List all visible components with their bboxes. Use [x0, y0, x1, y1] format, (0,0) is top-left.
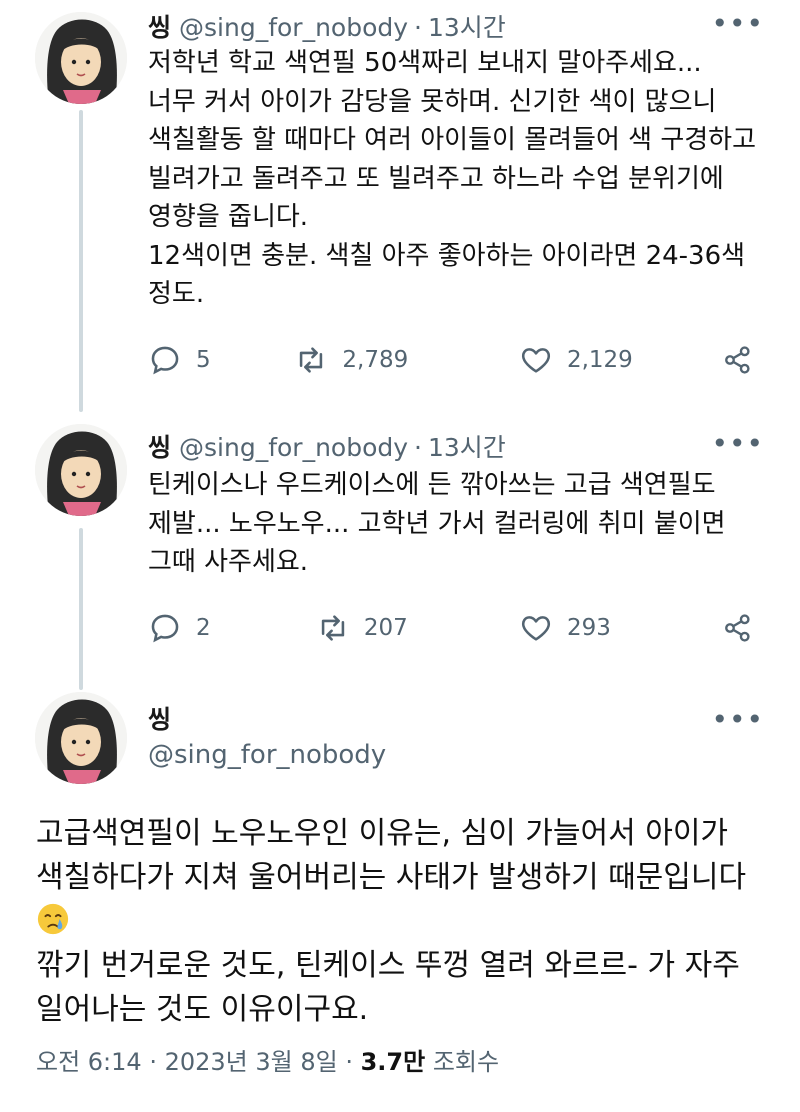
reply-icon — [151, 614, 179, 643]
share-icon — [725, 614, 750, 642]
avatar-illustration — [35, 424, 127, 516]
avatar[interactable] — [35, 424, 127, 516]
post-date[interactable]: 2023년 3월 8일 — [165, 1048, 338, 1076]
author-name[interactable]: 씽 — [148, 13, 171, 42]
crying-face-emoji — [37, 903, 69, 935]
author-name[interactable]: 씽 — [148, 700, 171, 736]
like-button[interactable]: 293 — [519, 611, 722, 645]
share-button[interactable] — [722, 344, 768, 376]
share-button[interactable] — [722, 612, 768, 644]
heart-icon — [521, 348, 550, 373]
heart-icon — [521, 616, 550, 641]
avatar-illustration — [35, 692, 127, 784]
avatar[interactable] — [35, 12, 127, 104]
retweet-count: 2,789 — [342, 347, 409, 373]
thread-line-2 — [79, 528, 83, 690]
separator: · — [141, 1048, 165, 1076]
views-label: 조회수 — [425, 1048, 500, 1076]
separator: · — [414, 433, 422, 462]
author-handle[interactable]: @sing_for_nobody — [179, 13, 408, 42]
reply-button[interactable]: 2 — [148, 611, 316, 645]
tweet-time[interactable]: 13시간 — [428, 13, 506, 42]
more-options-icon[interactable]: ••• — [711, 10, 764, 38]
tweet-header: 씽 @sing_for_nobody · 13시간 — [148, 8, 506, 44]
separator: · — [414, 13, 422, 42]
like-button[interactable]: 2,129 — [519, 343, 722, 377]
main-tweet-text: 고급색연필이 노우노우인 이유는, 심이 가늘어서 아이가 색칠하다가 지쳐 울… — [36, 812, 776, 1032]
post-time[interactable]: 오전 6:14 — [36, 1048, 142, 1076]
more-options-icon[interactable]: ••• — [711, 430, 764, 458]
tweet-actions: 5 2,789 2,129 — [148, 340, 768, 380]
tweet-text: 틴케이스나 우드케이스에 든 깎아쓰는 고급 색연필도 제발... 노우노우..… — [148, 470, 734, 577]
tweet-time[interactable]: 13시간 — [428, 433, 506, 462]
avatar[interactable] — [35, 692, 127, 784]
reply-count: 2 — [196, 615, 211, 641]
share-icon — [725, 346, 750, 374]
author-name[interactable]: 씽 — [148, 433, 171, 462]
author-handle[interactable]: @sing_for_nobody — [179, 433, 408, 462]
tweet-meta: 오전 6:14 · 2023년 3월 8일 · 3.7만 조회수 — [36, 1042, 499, 1077]
view-count: 3.7만 — [360, 1048, 426, 1076]
retweet-icon — [321, 615, 345, 641]
tweet-actions: 2 207 293 — [148, 608, 768, 648]
avatar-illustration — [35, 12, 127, 104]
more-options-icon[interactable]: ••• — [711, 706, 764, 734]
like-count: 293 — [566, 615, 611, 641]
separator: · — [337, 1048, 361, 1076]
tweet-text: 저학년 학교 색연필 50색짜리 보내지 말아주세요... 너무 커서 아이가 … — [148, 48, 757, 309]
reply-count: 5 — [196, 347, 211, 373]
retweet-button[interactable]: 2,789 — [294, 343, 519, 377]
retweet-icon — [300, 347, 323, 373]
thread-line-1 — [79, 110, 83, 412]
main-tweet-text-part1: 고급색연필이 노우노우인 이유는, 심이 가늘어서 아이가 색칠하다가 지쳐 울… — [36, 816, 747, 895]
author-handle[interactable]: @sing_for_nobody — [148, 740, 386, 770]
reply-icon — [151, 346, 179, 375]
tweet-header: 씽 @sing_for_nobody · 13시간 — [148, 428, 506, 464]
main-tweet-text-part2: 깎기 번거로운 것도, 틴케이스 뚜껑 열려 와르르- 가 자주 일어나는 것도… — [36, 948, 740, 1027]
like-count: 2,129 — [566, 347, 633, 373]
reply-button[interactable]: 5 — [148, 343, 294, 377]
retweet-button[interactable]: 207 — [316, 611, 519, 645]
retweet-count: 207 — [363, 615, 408, 641]
